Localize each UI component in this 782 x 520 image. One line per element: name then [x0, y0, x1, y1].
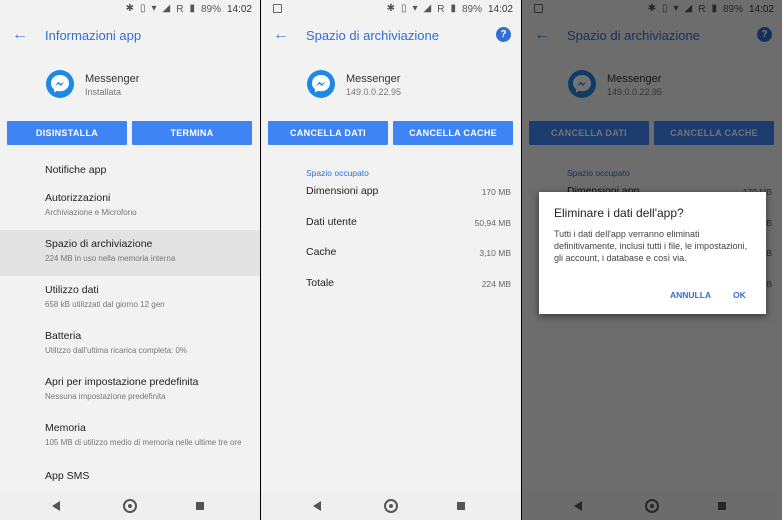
list-item-subtitle: Nessuna impostazione predefinita	[45, 392, 166, 401]
roaming-label: R	[437, 3, 445, 15]
clear-data-dialog-screen: ✱ ▯ ▾ ◢ R ▮ 89% 14:02 ← Spazio di archiv…	[522, 0, 782, 520]
row-value: 50,94 MB	[474, 218, 511, 228]
row-value: 170 MB	[481, 187, 511, 197]
storage-row-user-data: Dati utente 50,94 MB	[306, 216, 511, 228]
app-info-screen: ✱ ▯ ▾ ◢ R ▮ 89% 14:02 ← Informazioni app…	[0, 0, 260, 520]
vibrate-icon: ▯	[400, 3, 407, 14]
roaming-label: R	[176, 3, 184, 15]
app-status: Installata	[85, 87, 122, 97]
clear-cache-button[interactable]: CANCELLA CACHE	[393, 121, 513, 145]
ok-button[interactable]: OK	[733, 290, 746, 300]
section-title: Spazio occupato	[306, 168, 369, 178]
navigation-bar	[0, 492, 260, 520]
uninstall-button[interactable]: DISINSTALLA	[7, 121, 127, 145]
battery-level: 89%	[461, 3, 482, 15]
battery-icon: ▮	[189, 3, 195, 14]
row-value: 224 MB	[481, 279, 511, 289]
battery-level: 89%	[200, 3, 221, 15]
list-item-title: Batteria	[45, 330, 82, 342]
settings-list: Notifiche app Autorizzazioni Archiviazio…	[0, 156, 260, 514]
nav-back-icon[interactable]	[52, 501, 60, 511]
list-item-title: Apri per impostazione predefinita	[45, 376, 199, 388]
dialog-title: Eliminare i dati dell'app?	[554, 206, 684, 220]
page-title: Spazio di archiviazione	[306, 28, 439, 43]
app-name: Messenger	[85, 73, 140, 85]
arrow-back-icon[interactable]: ←	[273, 27, 289, 43]
image-notification-icon	[273, 4, 282, 13]
bluetooth-icon: ✱	[386, 3, 395, 14]
action-buttons: CANCELLA DATI CANCELLA CACHE	[261, 110, 521, 156]
list-item-subtitle: 105 MB di utilizzo medio di memoria nell…	[45, 438, 242, 447]
wifi-icon: ▾	[151, 3, 157, 14]
list-item-open-by-default[interactable]: Apri per impostazione predefinita Nessun…	[0, 368, 260, 414]
cancel-button[interactable]: ANNULLA	[670, 290, 711, 300]
list-item-subtitle: Archiviazione e Microfono	[45, 208, 137, 217]
row-label: Totale	[306, 277, 335, 289]
storage-screen: ✱ ▯ ▾ ◢ R ▮ 89% 14:02 ← Spazio di archiv…	[261, 0, 521, 520]
bluetooth-icon: ✱	[125, 3, 134, 14]
storage-row-total: Totale 224 MB	[306, 277, 511, 289]
nav-back-icon[interactable]	[313, 501, 321, 511]
page-title: Informazioni app	[45, 28, 142, 43]
status-bar: ✱ ▯ ▾ ◢ R ▮ 89% 14:02	[0, 0, 260, 18]
battery-icon: ▮	[450, 3, 456, 14]
list-item-data-usage[interactable]: Utilizzo dati 658 kB utilizzati dal gior…	[0, 276, 260, 322]
clock: 14:02	[226, 3, 252, 15]
row-label: Dimensioni app	[306, 185, 379, 197]
list-item-title: App SMS	[45, 470, 90, 482]
list-item-notifications[interactable]: Notifiche app	[0, 156, 260, 184]
row-label: Cache	[306, 246, 337, 258]
messenger-icon	[307, 70, 335, 98]
row-label: Dati utente	[306, 216, 357, 228]
clear-data-button[interactable]: CANCELLA DATI	[268, 121, 388, 145]
list-item-storage[interactable]: Spazio di archiviazione 224 MB in uso ne…	[0, 230, 260, 276]
clock: 14:02	[487, 3, 513, 15]
help-icon[interactable]: ?	[496, 27, 511, 42]
action-buttons: DISINSTALLA TERMINA	[0, 110, 260, 156]
list-item-subtitle: 224 MB in uso nella memoria interna	[45, 254, 176, 263]
nav-home-icon[interactable]	[123, 499, 137, 513]
toolbar: ← Spazio di archiviazione ?	[261, 18, 521, 54]
list-item-subtitle: Utilizzo dall'ultima ricarica completa: …	[45, 346, 188, 355]
app-name: Messenger	[346, 73, 401, 85]
list-item-memory[interactable]: Memoria 105 MB di utilizzo medio di memo…	[0, 414, 260, 468]
storage-row-app-size: Dimensioni app 170 MB	[306, 185, 511, 197]
clear-data-dialog: Eliminare i dati dell'app? Tutti i dati …	[539, 192, 766, 314]
storage-row-cache: Cache 3,10 MB	[306, 246, 511, 258]
app-version: 149.0.0.22.95	[346, 87, 402, 97]
list-item-battery[interactable]: Batteria Utilizzo dall'ultima ricarica c…	[0, 322, 260, 368]
toolbar: ← Informazioni app	[0, 18, 260, 54]
list-item-title: Memoria	[45, 422, 86, 434]
signal-icon: ◢	[423, 3, 432, 14]
dialog-message: Tutti i dati dell'app verranno eliminati…	[554, 229, 748, 263]
nav-home-icon[interactable]	[384, 499, 398, 513]
app-header: Messenger Installata	[0, 54, 260, 110]
list-item-title: Utilizzo dati	[45, 284, 99, 296]
vibrate-icon: ▯	[139, 3, 146, 14]
list-item-subtitle: 658 kB utilizzati dal giorno 12 gen	[45, 300, 165, 309]
list-item-permissions[interactable]: Autorizzazioni Archiviazione e Microfono	[0, 184, 260, 230]
status-bar: ✱ ▯ ▾ ◢ R ▮ 89% 14:02	[261, 0, 521, 18]
wifi-icon: ▾	[412, 3, 418, 14]
force-stop-button[interactable]: TERMINA	[132, 121, 252, 145]
navigation-bar	[261, 492, 521, 520]
app-header: Messenger 149.0.0.22.95	[261, 54, 521, 110]
signal-icon: ◢	[162, 3, 171, 14]
messenger-icon	[46, 70, 74, 98]
list-item-title: Spazio di archiviazione	[45, 238, 153, 250]
arrow-back-icon[interactable]: ←	[12, 27, 28, 43]
nav-recents-icon[interactable]	[457, 502, 465, 510]
nav-recents-icon[interactable]	[196, 502, 204, 510]
list-item-title: Notifiche app	[45, 164, 107, 176]
row-value: 3,10 MB	[479, 248, 511, 258]
list-item-title: Autorizzazioni	[45, 192, 111, 204]
